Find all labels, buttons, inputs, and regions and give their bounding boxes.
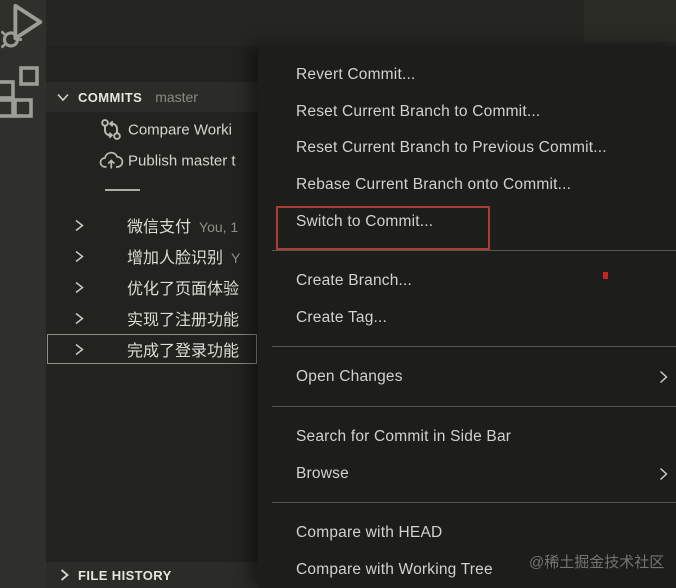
menu-item-label: Browse <box>296 464 349 482</box>
commits-section-header[interactable]: COMMITS master <box>46 82 258 112</box>
commit-meta: Y <box>231 250 241 266</box>
compare-working-tree-row[interactable]: Compare Worki <box>46 114 258 145</box>
activity-bar <box>0 0 46 588</box>
file-history-section-header[interactable]: FILE HISTORY <box>46 562 258 588</box>
menu-item-compare-with-head[interactable]: Compare with HEAD <box>258 515 676 552</box>
chevron-right-icon <box>72 218 86 233</box>
menu-item-open-changes[interactable]: Open Changes <box>258 359 676 396</box>
chevron-right-icon <box>72 342 86 357</box>
red-dot-annotation <box>603 272 608 279</box>
menu-item-create-branch[interactable]: Create Branch... <box>258 263 676 300</box>
menu-item-switch-to-commit[interactable]: Switch to Commit... <box>258 203 676 240</box>
publish-branch-row[interactable]: Publish master t <box>46 145 258 176</box>
menu-separator <box>272 501 676 503</box>
menu-item-search-commit-in-side-bar[interactable]: Search for Commit in Side Bar <box>258 419 676 456</box>
compare-working-tree-label: Compare Worki <box>128 121 232 138</box>
watermark: @稀土掘金技术社区 <box>529 554 665 571</box>
extensions-icon[interactable] <box>0 64 45 120</box>
menu-item-create-tag[interactable]: Create Tag... <box>258 300 676 337</box>
chevron-right-icon <box>59 568 70 582</box>
commit-message: 微信支付 <box>127 219 192 236</box>
git-compare-icon <box>99 117 123 142</box>
submenu-chevron-icon <box>658 466 669 482</box>
commit-row[interactable]: 增加人脸识别 Y <box>47 241 257 271</box>
commit-row-focused[interactable]: 完成了登录功能 <box>47 334 257 364</box>
commit-message: 实现了注册功能 <box>127 312 240 329</box>
menu-separator <box>272 249 676 251</box>
menu-separator <box>272 405 676 407</box>
chevron-right-icon <box>72 280 86 295</box>
chevron-down-icon <box>56 91 70 103</box>
menu-item-label: Open Changes <box>296 368 403 386</box>
run-and-debug-icon[interactable] <box>1 0 47 52</box>
chevron-right-icon <box>72 311 86 326</box>
chevron-right-icon <box>72 249 86 264</box>
commit-message: 增加人脸识别 <box>127 250 224 267</box>
menu-item-reset-branch-to-commit[interactable]: Reset Current Branch to Commit... <box>258 94 676 131</box>
commits-section-title: COMMITS <box>78 89 143 105</box>
menu-item-rebase-branch-onto-commit[interactable]: Rebase Current Branch onto Commit... <box>258 167 676 204</box>
branch-label: master <box>155 89 198 105</box>
publish-branch-label: Publish master t <box>128 152 236 169</box>
commit-row[interactable]: 优化了页面体验 <box>47 272 257 302</box>
editor-top-right-panel <box>584 0 676 42</box>
commit-message: 完成了登录功能 <box>127 343 240 360</box>
commit-meta: You, 1 <box>199 219 239 235</box>
commit-context-menu: Revert Commit... Reset Current Branch to… <box>258 46 676 588</box>
file-history-section-title: FILE HISTORY <box>78 567 172 583</box>
submenu-chevron-icon <box>658 369 669 385</box>
menu-separator <box>272 346 676 348</box>
menu-item-reset-branch-to-previous-commit[interactable]: Reset Current Branch to Previous Commit.… <box>258 130 676 167</box>
menu-item-browse[interactable]: Browse <box>258 455 676 492</box>
editor-top-band <box>46 0 676 46</box>
graph-divider <box>105 189 140 191</box>
commit-row[interactable]: 微信支付 You, 1 <box>47 210 257 240</box>
commit-message: 优化了页面体验 <box>127 281 240 298</box>
commit-row[interactable]: 实现了注册功能 <box>47 303 257 333</box>
gitlens-sidebar: COMMITS master Compare Worki Publish mas… <box>46 46 258 588</box>
menu-item-revert-commit[interactable]: Revert Commit... <box>258 57 676 94</box>
cloud-upload-icon <box>99 150 124 171</box>
